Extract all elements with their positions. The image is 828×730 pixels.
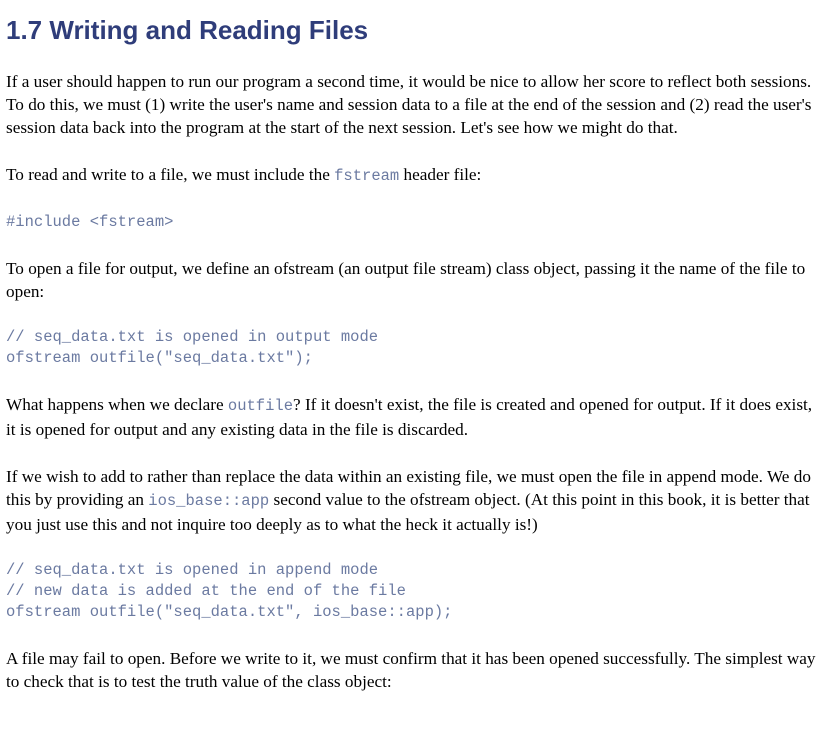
code-line: ofstream outfile("seq_data.txt", ios_bas… bbox=[6, 603, 453, 621]
code-line: #include <fstream> bbox=[6, 213, 174, 231]
inline-code: fstream bbox=[334, 167, 400, 185]
inline-code: outfile bbox=[227, 397, 294, 415]
code-line: // seq_data.txt is opened in append mode bbox=[6, 561, 379, 579]
code-line: // seq_data.txt is opened in output mode bbox=[6, 328, 379, 346]
intro-paragraph: If a user should happen to run our progr… bbox=[6, 72, 812, 137]
append-paragraph: If we wish to add to rather than replace… bbox=[6, 465, 822, 536]
section-title: 1.7 Writing and Reading Files bbox=[6, 15, 369, 45]
inline-code: ios_base::app bbox=[148, 492, 270, 510]
fstream-paragraph: To read and write to a file, we must inc… bbox=[6, 163, 822, 188]
paragraph-text: header file: bbox=[399, 165, 482, 184]
code-block-include: #include <fstream> bbox=[6, 212, 822, 233]
fail-open-paragraph: A file may fail to open. Before we write… bbox=[6, 649, 816, 691]
paragraph-text: What happens when we declare bbox=[6, 395, 228, 414]
paragraph-text: To read and write to a file, we must inc… bbox=[6, 165, 335, 184]
document-page: 1.7 Writing and Reading Files If a user … bbox=[0, 0, 828, 693]
code-block-append-mode: // seq_data.txt is opened in append mode… bbox=[6, 560, 822, 623]
outfile-paragraph: What happens when we declare outfile? If… bbox=[6, 393, 822, 441]
code-block-output-mode: // seq_data.txt is opened in output mode… bbox=[6, 327, 822, 369]
ofstream-paragraph: To open a file for output, we define an … bbox=[6, 259, 806, 301]
code-line: // new data is added at the end of the f… bbox=[6, 582, 406, 600]
code-line: ofstream outfile("seq_data.txt"); bbox=[6, 349, 313, 367]
